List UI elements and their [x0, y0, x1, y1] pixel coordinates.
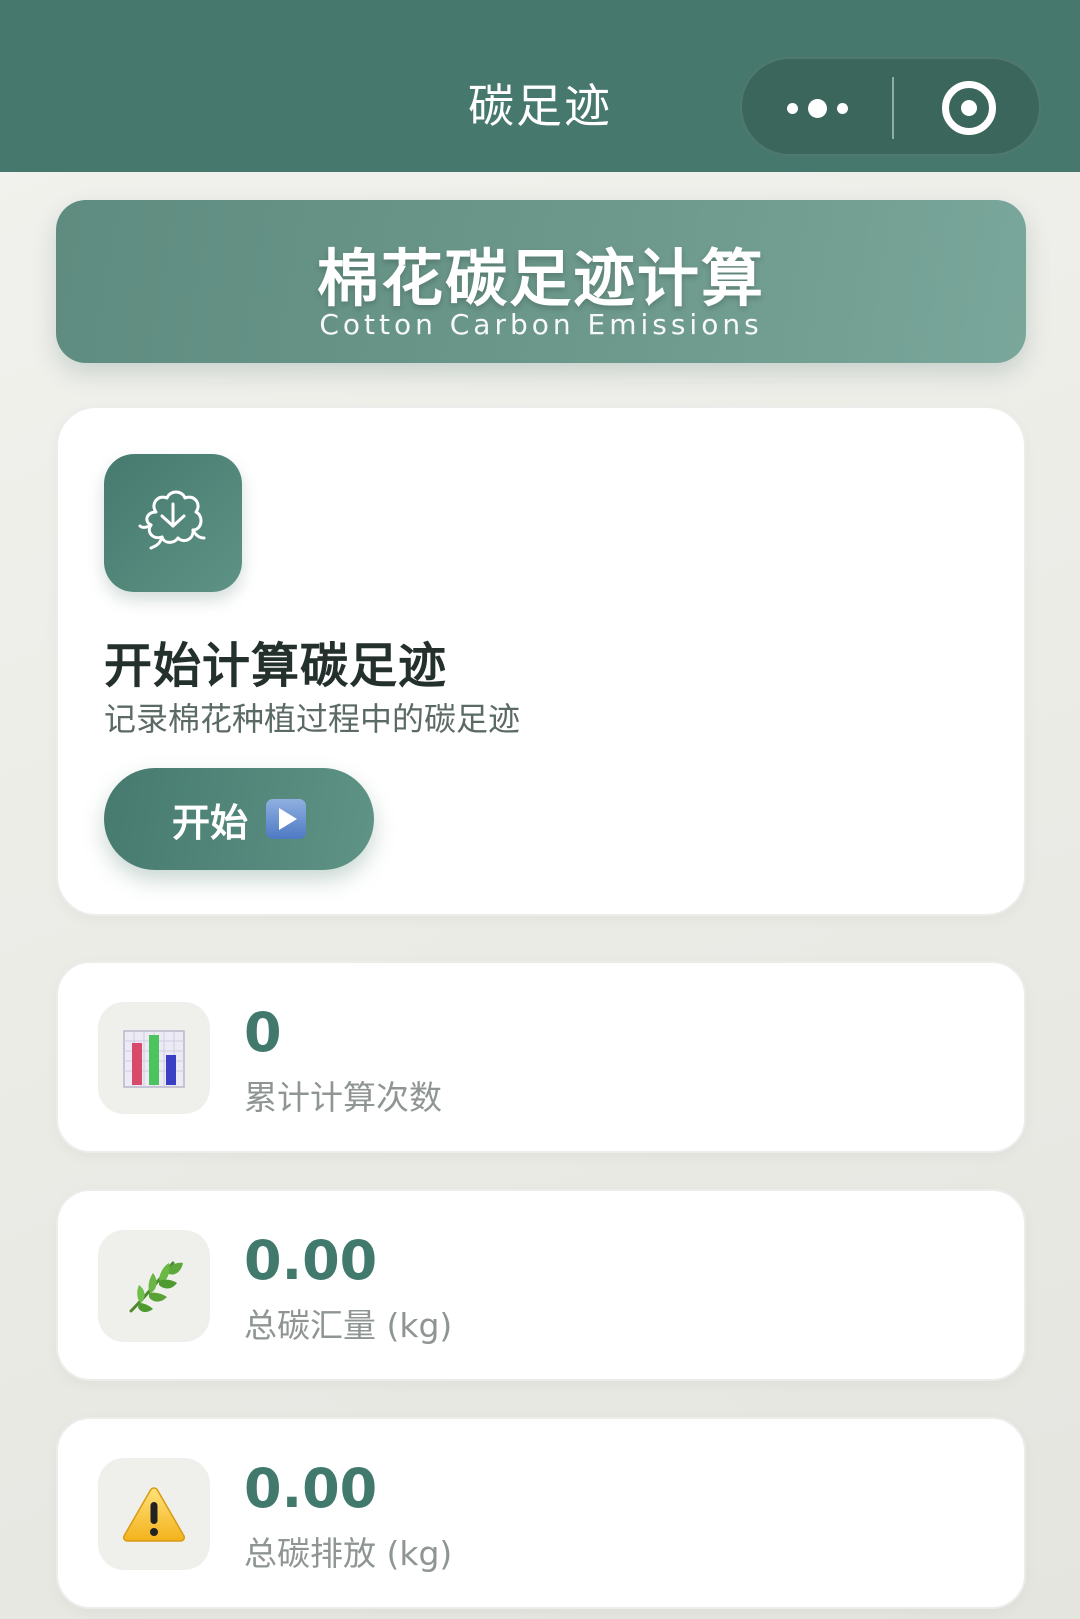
bar-chart-icon — [98, 1002, 210, 1114]
cotton-boll-icon — [104, 454, 242, 592]
banner-title: 棉花碳足迹计算 — [316, 242, 765, 315]
play-button-icon — [266, 799, 306, 839]
start-button-label: 开始 — [171, 800, 248, 845]
stat-label: 总碳汇量 (kg) — [244, 1306, 453, 1345]
warning-icon — [98, 1458, 210, 1570]
stat-label: 累计计算次数 — [244, 1078, 442, 1117]
stat-value: 0.00 — [244, 1229, 378, 1292]
start-calculation-card: 开始计算碳足迹 记录棉花种植过程中的碳足迹 开始 — [56, 406, 1026, 916]
stat-card-calculation-count: 0 累计计算次数 — [56, 961, 1026, 1153]
stat-label: 总碳排放 (kg) — [244, 1534, 453, 1573]
start-card-title: 开始计算碳足迹 — [104, 638, 448, 694]
stat-card-total-carbon-sink: 0.00 总碳汇量 (kg) — [56, 1189, 1026, 1381]
banner-subtitle: Cotton Carbon Emissions — [319, 308, 763, 341]
start-button[interactable]: 开始 — [104, 768, 374, 870]
header-banner: 棉花碳足迹计算 Cotton Carbon Emissions — [56, 200, 1026, 363]
target-close-icon[interactable] — [942, 81, 996, 135]
stat-card-total-carbon-emission: 0.00 总碳排放 (kg) — [56, 1417, 1026, 1609]
start-card-description: 记录棉花种植过程中的碳足迹 — [104, 700, 521, 738]
stat-value: 0 — [244, 1001, 282, 1064]
capsule-divider — [892, 77, 894, 139]
top-bar: 碳足迹 — [0, 0, 1080, 172]
more-dots-icon[interactable] — [742, 59, 892, 158]
herb-leaf-icon — [98, 1230, 210, 1342]
mini-program-capsule — [740, 57, 1041, 156]
stat-value: 0.00 — [244, 1457, 378, 1520]
